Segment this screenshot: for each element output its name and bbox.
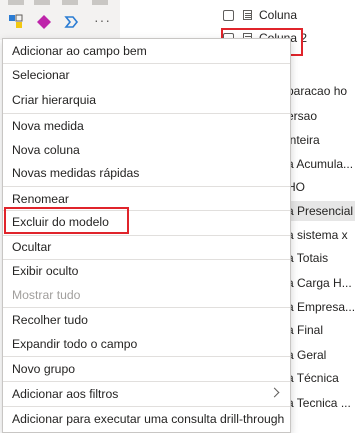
key-influencers-icon[interactable]	[36, 14, 52, 29]
field-checkbox[interactable]	[223, 9, 234, 21]
table-column-icon	[242, 9, 254, 21]
field-label: Coluna	[259, 8, 298, 22]
menu-item-view-hidden[interactable]: Exibir oculto	[3, 259, 290, 283]
visual-icon[interactable]	[62, 0, 78, 5]
menu-item-collapse-all[interactable]: Recolher tudo	[3, 308, 290, 332]
menu-item-add-to-field[interactable]: Adicionar ao campo bem	[3, 39, 290, 63]
menu-item-drill-through[interactable]: Adicionar para executar uma consulta dri…	[3, 407, 290, 431]
visual-icon[interactable]	[92, 0, 108, 5]
more-visuals-icon[interactable]: ···	[94, 12, 111, 28]
highlight-box	[4, 207, 129, 234]
visual-icon[interactable]	[34, 0, 50, 5]
menu-item-expand-all[interactable]: Expandir todo o campo	[3, 332, 290, 356]
menu-item-new-measure[interactable]: Nova medida	[3, 114, 290, 138]
field-label[interactable]: a sistema x	[287, 225, 355, 245]
field-label[interactable]: ersao	[287, 106, 355, 126]
menu-item-new-group[interactable]: Novo grupo	[3, 357, 290, 381]
menu-item-select[interactable]: Selecionar	[3, 63, 290, 87]
visualizations-pane: ···	[0, 0, 120, 40]
menu-item-create-hierarchy[interactable]: Criar hierarquia	[3, 88, 290, 112]
menu-item-quick-measures[interactable]: Novas medidas rápidas	[3, 161, 290, 185]
field-label[interactable]: inteira	[287, 130, 355, 150]
field-item[interactable]: Coluna	[200, 5, 355, 25]
field-label[interactable]: a Técnica	[287, 368, 355, 388]
field-label[interactable]: a Acumula...	[287, 154, 355, 174]
visual-icon[interactable]	[8, 0, 24, 5]
field-label[interactable]: paracao ho	[287, 81, 355, 101]
field-label[interactable]: a Geral	[287, 345, 355, 365]
field-label[interactable]: a Carga H...	[287, 273, 355, 293]
field-label[interactable]: HO	[287, 177, 355, 197]
menu-item-new-column[interactable]: Nova coluna	[3, 138, 290, 162]
decomposition-tree-icon[interactable]	[64, 14, 80, 28]
menu-item-hide[interactable]: Ocultar	[3, 235, 290, 259]
field-label[interactable]: a Presencial	[287, 201, 355, 221]
context-menu: Adicionar ao campo bem Selecionar Criar …	[2, 38, 291, 433]
menu-item-add-to-filters[interactable]: Adicionar aos filtros	[3, 382, 290, 406]
field-label[interactable]: a Final	[287, 320, 355, 340]
chevron-right-icon	[269, 387, 280, 398]
field-label[interactable]: a Tecnica ...	[287, 393, 355, 413]
field-label[interactable]: a Totais	[287, 248, 355, 268]
field-label[interactable]: a Empresa...	[287, 297, 355, 317]
python-visual-icon[interactable]	[8, 14, 24, 28]
menu-item-show-all: Mostrar tudo	[12, 288, 81, 302]
menu-item-label: Adicionar aos filtros	[12, 387, 119, 401]
